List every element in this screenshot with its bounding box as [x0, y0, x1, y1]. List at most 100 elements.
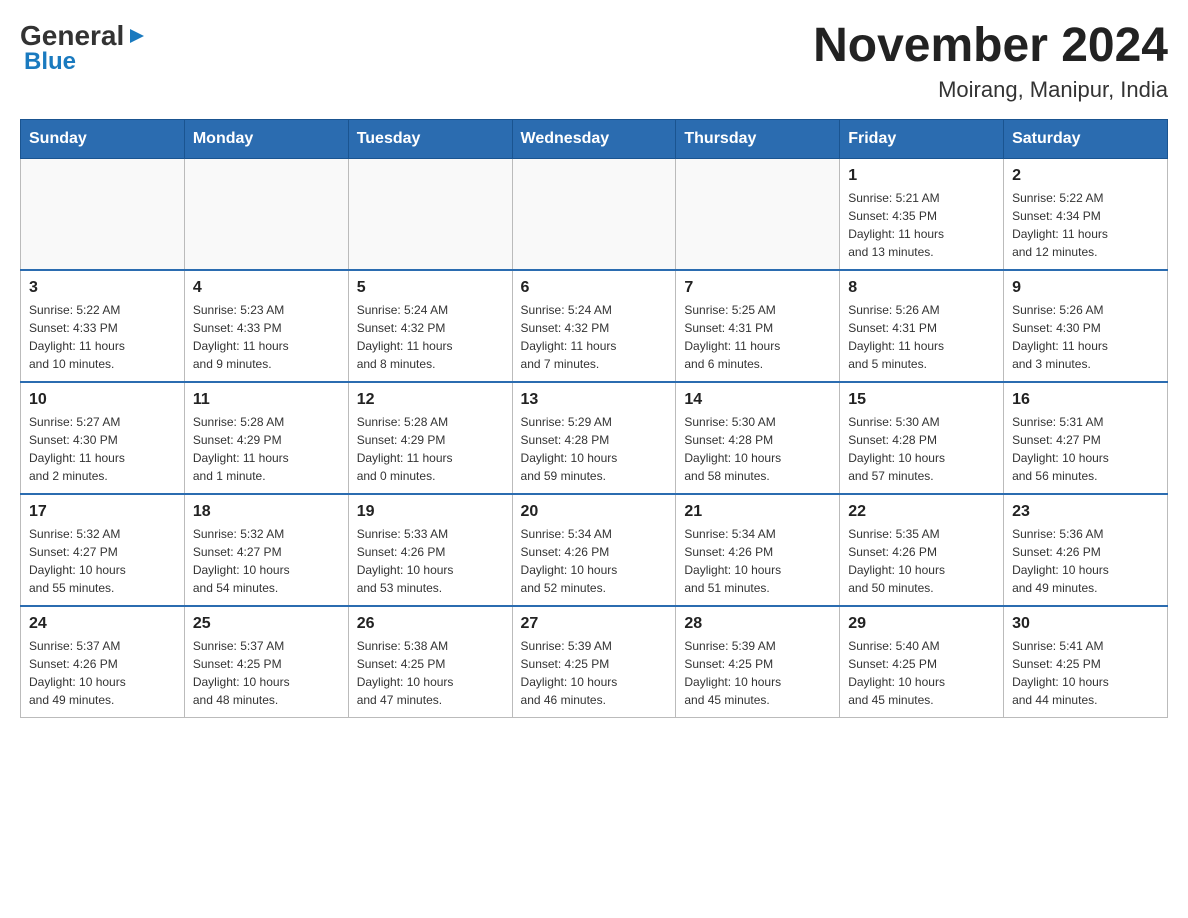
header-monday: Monday — [184, 119, 348, 158]
day-info: Sunrise: 5:28 AMSunset: 4:29 PMDaylight:… — [193, 413, 340, 485]
table-row: 11Sunrise: 5:28 AMSunset: 4:29 PMDayligh… — [184, 382, 348, 494]
day-info: Sunrise: 5:33 AMSunset: 4:26 PMDaylight:… — [357, 525, 504, 597]
table-row: 19Sunrise: 5:33 AMSunset: 4:26 PMDayligh… — [348, 494, 512, 606]
day-info: Sunrise: 5:40 AMSunset: 4:25 PMDaylight:… — [848, 637, 995, 709]
table-row: 2 Sunrise: 5:22 AMSunset: 4:34 PMDaylight… — [1004, 158, 1168, 270]
calendar-week-row: 1 Sunrise: 5:21 AMSunset: 4:35 PMDaylight… — [21, 158, 1168, 270]
day-info: Sunrise: 5:37 AMSunset: 4:25 PMDaylight:… — [193, 637, 340, 709]
logo-arrow-icon — [126, 25, 148, 47]
day-number: 16 — [1012, 391, 1159, 409]
day-number: 7 — [684, 279, 831, 297]
table-row — [512, 158, 676, 270]
header-tuesday: Tuesday — [348, 119, 512, 158]
day-info: Sunrise: 5:34 AMSunset: 4:26 PMDaylight:… — [521, 525, 668, 597]
day-info: Sunrise: 5:39 AMSunset: 4:25 PMDaylight:… — [521, 637, 668, 709]
day-number: 15 — [848, 391, 995, 409]
table-row: 24 Sunrise: 5:37 AMSunset: 4:26 PMDayligh… — [21, 606, 185, 718]
day-number: 17 — [29, 503, 176, 521]
header-thursday: Thursday — [676, 119, 840, 158]
day-info: Sunrise: 5:41 AMSunset: 4:25 PMDaylight:… — [1012, 637, 1159, 709]
table-row — [184, 158, 348, 270]
day-info: Sunrise: 5:38 AMSunset: 4:25 PMDaylight:… — [357, 637, 504, 709]
day-info: Sunrise: 5:30 AMSunset: 4:28 PMDaylight:… — [848, 413, 995, 485]
day-number: 8 — [848, 279, 995, 297]
table-row: 30 Sunrise: 5:41 AMSunset: 4:25 PMDayligh… — [1004, 606, 1168, 718]
day-info: Sunrise: 5:26 AMSunset: 4:31 PMDaylight:… — [848, 301, 995, 373]
calendar-week-row: 10 Sunrise: 5:27 AMSunset: 4:30 PMDayligh… — [21, 382, 1168, 494]
day-info: Sunrise: 5:28 AMSunset: 4:29 PMDaylight:… — [357, 413, 504, 485]
day-number: 6 — [521, 279, 668, 297]
day-number: 20 — [521, 503, 668, 521]
location-title: Moirang, Manipur, India — [813, 77, 1168, 103]
table-row: 1 Sunrise: 5:21 AMSunset: 4:35 PMDaylight… — [840, 158, 1004, 270]
calendar-table: Sunday Monday Tuesday Wednesday Thursday… — [20, 119, 1168, 718]
table-row: 17 Sunrise: 5:32 AMSunset: 4:27 PMDayligh… — [21, 494, 185, 606]
logo-blue: Blue — [20, 48, 76, 76]
calendar-header-row: Sunday Monday Tuesday Wednesday Thursday… — [21, 119, 1168, 158]
day-number: 10 — [29, 391, 176, 409]
header-friday: Friday — [840, 119, 1004, 158]
day-number: 22 — [848, 503, 995, 521]
header-wednesday: Wednesday — [512, 119, 676, 158]
day-number: 1 — [848, 167, 995, 185]
day-info: Sunrise: 5:32 AMSunset: 4:27 PMDaylight:… — [193, 525, 340, 597]
day-info: Sunrise: 5:24 AMSunset: 4:32 PMDaylight:… — [357, 301, 504, 373]
calendar-week-row: 3Sunrise: 5:22 AMSunset: 4:33 PMDaylight… — [21, 270, 1168, 382]
day-number: 28 — [684, 615, 831, 633]
table-row: 9Sunrise: 5:26 AMSunset: 4:30 PMDaylight… — [1004, 270, 1168, 382]
day-info: Sunrise: 5:23 AMSunset: 4:33 PMDaylight:… — [193, 301, 340, 373]
day-number: 26 — [357, 615, 504, 633]
day-info: Sunrise: 5:32 AMSunset: 4:27 PMDaylight:… — [29, 525, 176, 597]
table-row: 25 Sunrise: 5:37 AMSunset: 4:25 PMDayligh… — [184, 606, 348, 718]
day-info: Sunrise: 5:21 AMSunset: 4:35 PMDaylight:… — [848, 189, 995, 261]
day-info: Sunrise: 5:37 AMSunset: 4:26 PMDaylight:… — [29, 637, 176, 709]
table-row: 7 Sunrise: 5:25 AMSunset: 4:31 PMDaylight… — [676, 270, 840, 382]
day-number: 24 — [29, 615, 176, 633]
table-row: 6Sunrise: 5:24 AMSunset: 4:32 PMDaylight… — [512, 270, 676, 382]
day-info: Sunrise: 5:25 AMSunset: 4:31 PMDaylight:… — [684, 301, 831, 373]
table-row: 12 Sunrise: 5:28 AMSunset: 4:29 PMDayligh… — [348, 382, 512, 494]
day-number: 4 — [193, 279, 340, 297]
table-row: 26 Sunrise: 5:38 AMSunset: 4:25 PMDayligh… — [348, 606, 512, 718]
table-row — [348, 158, 512, 270]
table-row: 15 Sunrise: 5:30 AMSunset: 4:28 PMDayligh… — [840, 382, 1004, 494]
day-info: Sunrise: 5:31 AMSunset: 4:27 PMDaylight:… — [1012, 413, 1159, 485]
day-number: 25 — [193, 615, 340, 633]
day-number: 27 — [521, 615, 668, 633]
day-number: 30 — [1012, 615, 1159, 633]
day-number: 29 — [848, 615, 995, 633]
day-info: Sunrise: 5:30 AMSunset: 4:28 PMDaylight:… — [684, 413, 831, 485]
day-number: 23 — [1012, 503, 1159, 521]
table-row — [676, 158, 840, 270]
table-row: 4 Sunrise: 5:23 AMSunset: 4:33 PMDaylight… — [184, 270, 348, 382]
day-info: Sunrise: 5:22 AMSunset: 4:34 PMDaylight:… — [1012, 189, 1159, 261]
table-row: 23Sunrise: 5:36 AMSunset: 4:26 PMDayligh… — [1004, 494, 1168, 606]
table-row: 3Sunrise: 5:22 AMSunset: 4:33 PMDaylight… — [21, 270, 185, 382]
day-number: 21 — [684, 503, 831, 521]
table-row: 20 Sunrise: 5:34 AMSunset: 4:26 PMDayligh… — [512, 494, 676, 606]
table-row — [21, 158, 185, 270]
header: General Blue November 2024 Moirang, Mani… — [20, 20, 1168, 103]
day-number: 2 — [1012, 167, 1159, 185]
table-row: 22Sunrise: 5:35 AMSunset: 4:26 PMDayligh… — [840, 494, 1004, 606]
table-row: 21 Sunrise: 5:34 AMSunset: 4:26 PMDayligh… — [676, 494, 840, 606]
header-saturday: Saturday — [1004, 119, 1168, 158]
calendar-week-row: 24 Sunrise: 5:37 AMSunset: 4:26 PMDayligh… — [21, 606, 1168, 718]
table-row: 28 Sunrise: 5:39 AMSunset: 4:25 PMDayligh… — [676, 606, 840, 718]
table-row: 29 Sunrise: 5:40 AMSunset: 4:25 PMDayligh… — [840, 606, 1004, 718]
table-row: 14Sunrise: 5:30 AMSunset: 4:28 PMDayligh… — [676, 382, 840, 494]
day-number: 5 — [357, 279, 504, 297]
day-number: 12 — [357, 391, 504, 409]
table-row: 16 Sunrise: 5:31 AMSunset: 4:27 PMDayligh… — [1004, 382, 1168, 494]
logo: General Blue — [20, 20, 148, 76]
table-row: 13Sunrise: 5:29 AMSunset: 4:28 PMDayligh… — [512, 382, 676, 494]
table-row: 27 Sunrise: 5:39 AMSunset: 4:25 PMDayligh… — [512, 606, 676, 718]
table-row: 18 Sunrise: 5:32 AMSunset: 4:27 PMDayligh… — [184, 494, 348, 606]
day-info: Sunrise: 5:34 AMSunset: 4:26 PMDaylight:… — [684, 525, 831, 597]
table-row: 10 Sunrise: 5:27 AMSunset: 4:30 PMDayligh… — [21, 382, 185, 494]
day-number: 13 — [521, 391, 668, 409]
day-info: Sunrise: 5:39 AMSunset: 4:25 PMDaylight:… — [684, 637, 831, 709]
day-number: 18 — [193, 503, 340, 521]
title-area: November 2024 Moirang, Manipur, India — [813, 20, 1168, 103]
day-info: Sunrise: 5:27 AMSunset: 4:30 PMDaylight:… — [29, 413, 176, 485]
